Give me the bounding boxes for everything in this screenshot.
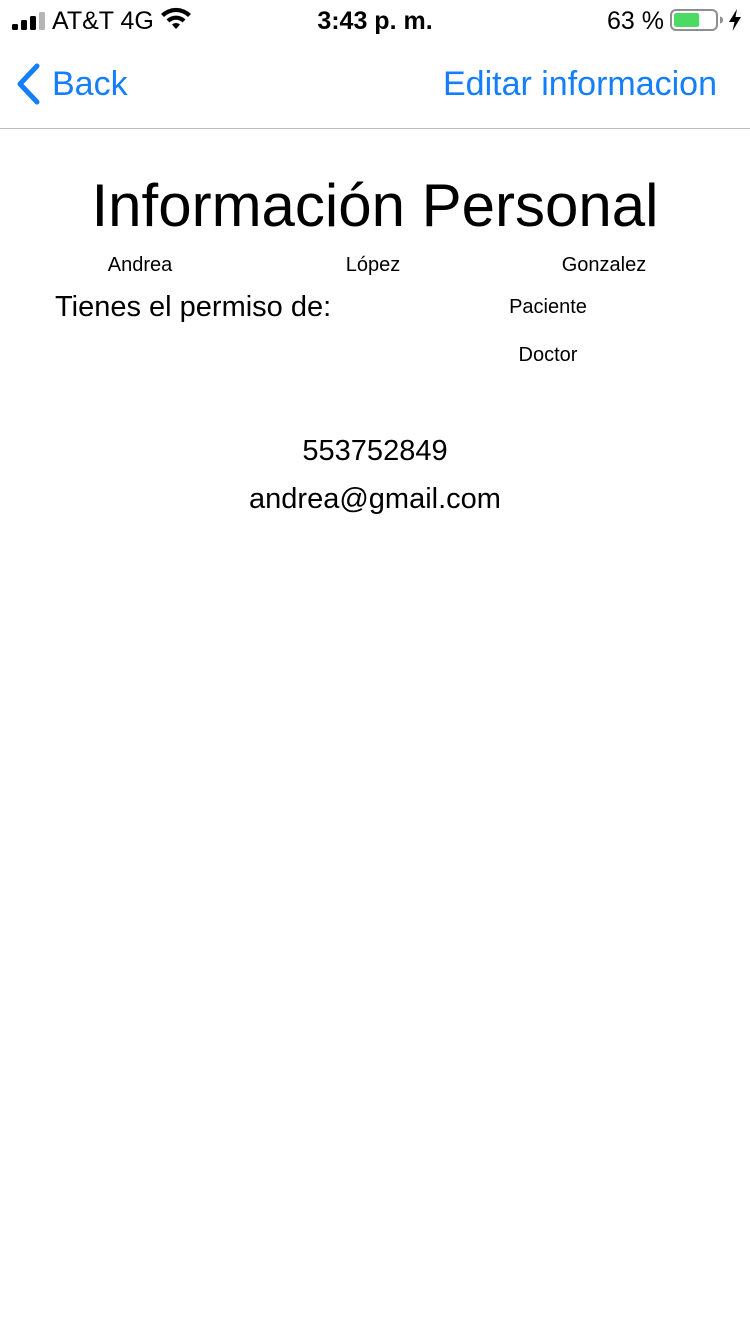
battery-icon xyxy=(670,9,723,31)
chevron-left-icon xyxy=(17,63,40,105)
back-label: Back xyxy=(52,65,128,103)
first-name: Andrea xyxy=(107,254,173,276)
role-paciente: Paciente xyxy=(509,296,587,318)
page-title: Información Personal xyxy=(91,172,659,239)
permission-label: Tienes el permiso de: xyxy=(55,291,332,323)
navigation-bar: Back Editar informacion xyxy=(0,40,750,129)
maternal-last-name: Gonzalez xyxy=(561,254,647,276)
battery-level-fill xyxy=(674,13,700,27)
back-button[interactable]: Back xyxy=(14,60,128,108)
role-doctor: Doctor xyxy=(518,344,578,366)
email-address: andrea@gmail.com xyxy=(249,483,501,515)
paternal-last-name: López xyxy=(345,254,401,276)
edit-info-button[interactable]: Editar informacion xyxy=(443,62,717,106)
phone-number: 553752849 xyxy=(302,435,448,467)
battery-percent: 63 % xyxy=(607,7,664,35)
status-bar: AT&T 4G 3:43 p. m. 63 % xyxy=(0,0,750,40)
screen: AT&T 4G 3:43 p. m. 63 % Back Editar info… xyxy=(0,0,750,1334)
charging-bolt-icon xyxy=(729,9,741,31)
